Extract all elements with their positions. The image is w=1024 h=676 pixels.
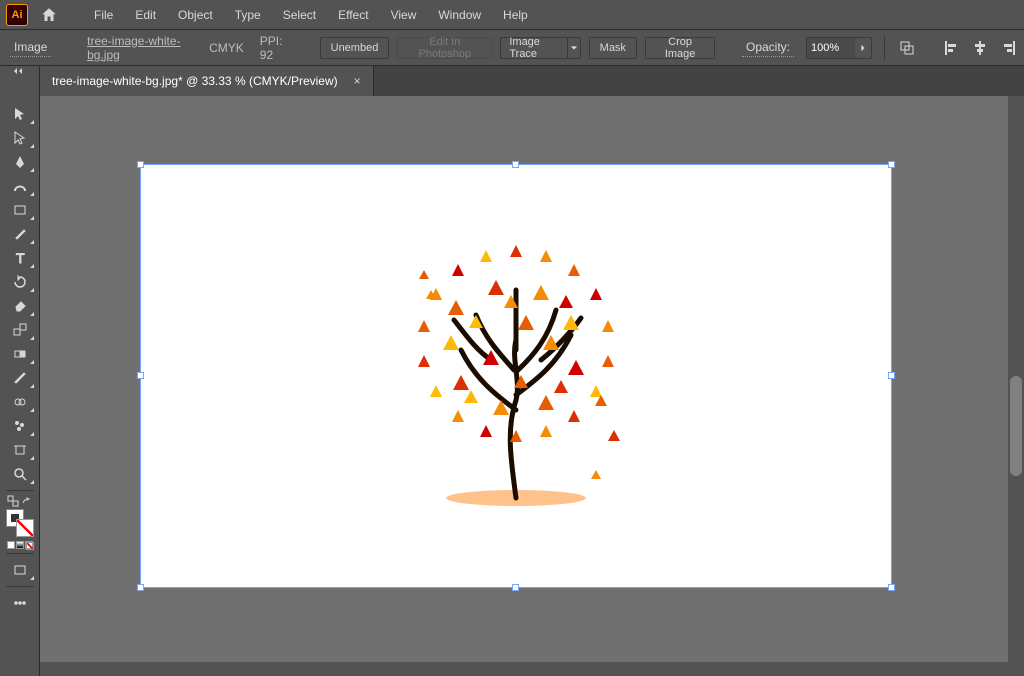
app-logo: Ai bbox=[6, 4, 28, 26]
paintbrush-tool[interactable] bbox=[2, 222, 38, 246]
horizontal-scrollbar[interactable] bbox=[40, 662, 1008, 676]
chevron-down-icon[interactable] bbox=[567, 38, 580, 58]
selection-handle[interactable] bbox=[512, 161, 519, 168]
blend-tool[interactable] bbox=[2, 390, 38, 414]
vertical-scrollbar[interactable] bbox=[1008, 96, 1024, 662]
selection-handle[interactable] bbox=[137, 372, 144, 379]
opacity-field[interactable] bbox=[806, 37, 872, 59]
selected-image[interactable] bbox=[140, 164, 892, 588]
eyedropper-tool[interactable] bbox=[2, 366, 38, 390]
menu-window[interactable]: Window bbox=[428, 2, 491, 28]
chevron-right-icon[interactable] bbox=[855, 44, 871, 52]
color-mode-label: CMYK bbox=[205, 41, 248, 55]
menu-bar: Ai File Edit Object Type Select Effect V… bbox=[0, 0, 1024, 30]
artboard-tool[interactable] bbox=[2, 438, 38, 462]
linked-filename[interactable]: tree-image-white-bg.jpg bbox=[83, 34, 197, 62]
selection-handle[interactable] bbox=[137, 584, 144, 591]
tree-artwork bbox=[376, 220, 656, 520]
screen-mode-tool[interactable] bbox=[2, 558, 38, 582]
selection-handle[interactable] bbox=[888, 372, 895, 379]
selection-tool[interactable] bbox=[2, 102, 38, 126]
menu-edit[interactable]: Edit bbox=[125, 2, 166, 28]
align-right-icon[interactable] bbox=[998, 37, 1018, 59]
selection-handle[interactable] bbox=[888, 584, 895, 591]
selection-handle[interactable] bbox=[137, 161, 144, 168]
edit-in-photoshop-button: Edit In Photoshop bbox=[397, 37, 492, 59]
rotate-tool[interactable] bbox=[2, 270, 38, 294]
menu-object[interactable]: Object bbox=[168, 2, 223, 28]
menu-help[interactable]: Help bbox=[493, 2, 538, 28]
fill-stroke-swap[interactable] bbox=[7, 495, 33, 507]
ppi-label: PPI: 92 bbox=[256, 34, 297, 62]
menu-type[interactable]: Type bbox=[225, 2, 271, 28]
image-trace-dropdown[interactable]: Image Trace bbox=[500, 37, 580, 59]
scrollbar-thumb[interactable] bbox=[1010, 376, 1022, 476]
opacity-label: Opacity: bbox=[742, 38, 794, 57]
color-mode-switches[interactable] bbox=[7, 541, 33, 549]
symbol-sprayer-tool[interactable] bbox=[2, 414, 38, 438]
gradient-tool[interactable] bbox=[2, 342, 38, 366]
menu-select[interactable]: Select bbox=[273, 2, 326, 28]
scale-tool[interactable] bbox=[2, 318, 38, 342]
svg-text:T: T bbox=[16, 251, 25, 265]
direct-selection-tool[interactable] bbox=[2, 126, 38, 150]
pen-tool[interactable] bbox=[2, 150, 38, 174]
rectangle-tool[interactable] bbox=[2, 198, 38, 222]
fill-stroke-colors[interactable] bbox=[6, 509, 34, 537]
expand-panel-icon[interactable] bbox=[0, 66, 40, 96]
zoom-tool[interactable] bbox=[2, 462, 38, 486]
align-center-icon[interactable] bbox=[970, 37, 990, 59]
tab-title: tree-image-white-bg.jpg* @ 33.33 % (CMYK… bbox=[52, 74, 338, 88]
menu-file[interactable]: File bbox=[84, 2, 123, 28]
document-tab-strip: tree-image-white-bg.jpg* @ 33.33 % (CMYK… bbox=[0, 66, 1024, 96]
curvature-tool[interactable] bbox=[2, 174, 38, 198]
document-tab[interactable]: tree-image-white-bg.jpg* @ 33.33 % (CMYK… bbox=[40, 66, 374, 96]
eraser-tool[interactable] bbox=[2, 294, 38, 318]
type-tool[interactable]: T bbox=[2, 246, 38, 270]
menu-view[interactable]: View bbox=[381, 2, 427, 28]
canvas-area[interactable] bbox=[40, 96, 1008, 662]
mask-button[interactable]: Mask bbox=[589, 37, 637, 59]
edit-toolbar[interactable] bbox=[2, 591, 38, 615]
unembed-button[interactable]: Unembed bbox=[320, 37, 390, 59]
transform-icon[interactable] bbox=[897, 37, 917, 59]
home-icon[interactable] bbox=[36, 2, 62, 28]
selection-handle[interactable] bbox=[512, 584, 519, 591]
crop-image-button[interactable]: Crop Image bbox=[645, 37, 715, 59]
tools-panel: T bbox=[0, 96, 40, 676]
close-icon[interactable]: × bbox=[354, 74, 361, 88]
menu-effect[interactable]: Effect bbox=[328, 2, 378, 28]
opacity-input[interactable] bbox=[807, 38, 855, 58]
context-label[interactable]: Image bbox=[10, 38, 51, 57]
control-bar: Image tree-image-white-bg.jpg CMYK PPI: … bbox=[0, 30, 1024, 66]
align-left-icon[interactable] bbox=[941, 37, 961, 59]
selection-handle[interactable] bbox=[888, 161, 895, 168]
